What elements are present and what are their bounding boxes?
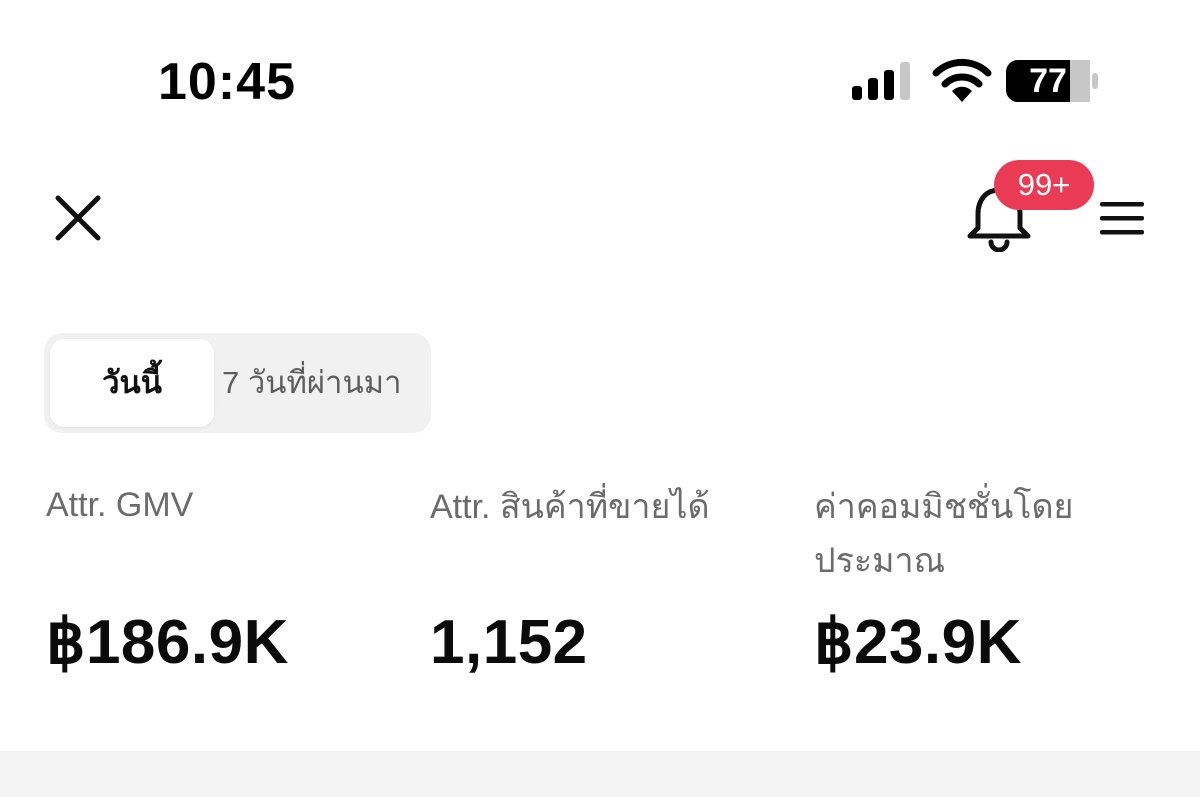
notification-badge: 99+: [994, 160, 1094, 210]
metric-label-items-sold: Attr. สินค้าที่ขายได้: [430, 488, 710, 526]
battery-level-text: 77: [1029, 62, 1067, 100]
tab-last-7-days[interactable]: 7 วันที่ผ่านมา: [222, 339, 426, 427]
menu-button[interactable]: [1096, 196, 1148, 240]
metric-label-estimated-commission: ค่าคอมมิชชั่นโดยประมาณ: [814, 488, 1074, 580]
date-range-segmented-control: วันนี้ 7 วันที่ผ่านมา: [44, 333, 431, 433]
status-time: 10:45: [158, 53, 296, 111]
section-divider: [0, 751, 1200, 797]
tab-today[interactable]: วันนี้: [50, 339, 214, 427]
metric-value-items-sold: 1,152: [430, 608, 588, 677]
metric-value-gmv: ฿186.9K: [46, 608, 289, 677]
signal-icon: [852, 62, 910, 100]
metric-label-gmv: Attr. GMV: [46, 486, 194, 524]
close-button[interactable]: [50, 190, 106, 246]
screen: 10:45 77 99+ วันนี้ 7 วันที่ผ่านมา Attr.…: [0, 0, 1200, 797]
metric-value-estimated-commission: ฿23.9K: [814, 608, 1022, 677]
hamburger-menu-icon: [1100, 202, 1144, 235]
close-icon: [55, 195, 101, 241]
wifi-icon: [932, 58, 992, 102]
